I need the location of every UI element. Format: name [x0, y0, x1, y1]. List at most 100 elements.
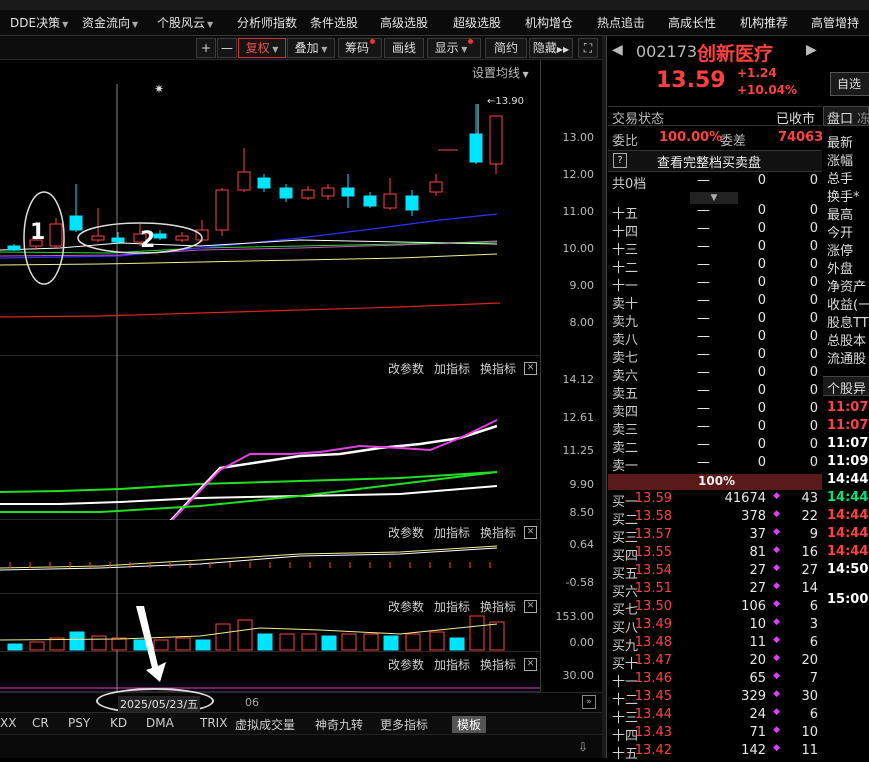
annotation-number-2: 2 [140, 228, 156, 253]
pane-link-1[interactable]: 加指标 [434, 658, 470, 672]
tab-6[interactable]: 虚拟成交量 [235, 716, 295, 733]
tab-8[interactable]: 更多指标 [380, 716, 428, 733]
sell-level-row: 十五 — 0 0 [612, 203, 822, 222]
pane-link-0[interactable]: 改参数 [388, 362, 424, 376]
tab-1[interactable]: CR [32, 716, 49, 730]
indicator-pane-1[interactable] [0, 356, 540, 520]
tab-3[interactable]: KD [110, 716, 127, 730]
huaxian-button[interactable]: 画线 [384, 38, 424, 58]
diejia-button[interactable]: 叠加 ▼ [287, 38, 335, 58]
tab-5[interactable]: TRIX [200, 716, 227, 730]
kline-chart[interactable] [0, 60, 540, 356]
volume-bar [301, 633, 317, 651]
tab-7[interactable]: 神奇九转 [315, 716, 363, 733]
close-pane-button[interactable]: ✕ [524, 658, 537, 671]
close-pane-button[interactable]: ✕ [524, 362, 537, 375]
close-pane-button[interactable]: ✕ [524, 526, 537, 539]
level-count: 9 [809, 527, 818, 542]
prev-stock-icon[interactable]: ◀ [612, 42, 623, 58]
add-watchlist-button[interactable]: 自选 [830, 72, 869, 96]
tab-2[interactable]: PSY [68, 716, 90, 730]
pane-link-2[interactable]: 换指标 [480, 658, 516, 672]
level-count: 16 [801, 545, 818, 560]
menu-item-label: 分析师指数 [237, 16, 298, 30]
level-price: — [697, 347, 710, 362]
volume-bar [449, 637, 465, 651]
menu-item-0[interactable]: DDE决策 ▼ [10, 14, 68, 34]
side-field-3: 换手* [827, 190, 860, 205]
pane-link-2[interactable]: 换指标 [480, 600, 516, 614]
level-price: — [697, 293, 710, 308]
menu-item-9[interactable]: 高成长性 [668, 14, 716, 34]
xianshi-button[interactable]: 显示 ▼ [427, 38, 481, 58]
menu-item-6[interactable]: 超级选股 [453, 14, 501, 34]
pane-link-0[interactable]: 改参数 [388, 600, 424, 614]
high-price-value: 13.90 [495, 96, 525, 107]
indicator-1-axis: 14.12 12.61 11.25 9.90 8.50 [540, 356, 602, 520]
menu-item-5[interactable]: 高级选股 [380, 14, 428, 34]
stock-name: 创新医疗 [697, 43, 774, 65]
candle-body [237, 171, 251, 191]
side-field-4: 最高 [827, 208, 854, 223]
menu-item-7[interactable]: 机构增仓 [525, 14, 573, 34]
pane-link-2[interactable]: 换指标 [480, 362, 516, 376]
zoom-in-button[interactable]: + [196, 38, 216, 58]
pane-link-1[interactable]: 加指标 [434, 526, 470, 540]
level-price: 13.47 [634, 653, 672, 668]
pane-link-0[interactable]: 改参数 [388, 658, 424, 672]
candle-body [405, 195, 419, 211]
pane-link-1[interactable]: 加指标 [434, 600, 470, 614]
tab-pankou[interactable]: 盘口冻 [827, 108, 869, 127]
menu-item-2[interactable]: 个股风云 ▼ [157, 14, 213, 34]
pane-link-1[interactable]: 加指标 [434, 362, 470, 376]
pane-link-2[interactable]: 换指标 [480, 526, 516, 540]
menu-item-8[interactable]: 热点追击 [597, 14, 645, 34]
pane-link-0[interactable]: 改参数 [388, 526, 424, 540]
side-field-6: 涨停 [827, 244, 854, 259]
full-book-link[interactable]: 查看完整档买卖盘 [657, 152, 761, 171]
high-price-label: ←13.90 [487, 96, 525, 107]
scroll-right-button[interactable]: » [582, 695, 596, 709]
annotation-arrow-icon [136, 606, 166, 682]
tab-9[interactable]: 模板 [452, 716, 487, 733]
level-price: 13.54 [634, 563, 672, 578]
tab-4[interactable]: DMA [146, 716, 174, 730]
menu-item-11[interactable]: 高管增持 [811, 14, 859, 34]
level-count: 0 [809, 401, 818, 416]
menu-item-4[interactable]: 条件选股 [310, 14, 358, 34]
level-volume: 106 [741, 599, 766, 614]
menu-item-1[interactable]: 资金流向 ▼ [82, 14, 138, 34]
menu-item-3[interactable]: 分析师指数 [237, 14, 297, 34]
buy-level-row: 买二 13.58 378 ◆ 22 [612, 509, 822, 528]
candle-body [469, 133, 483, 163]
chouma-label: 筹码 [344, 41, 369, 55]
fuquan-button[interactable]: 复权 ▼ [238, 38, 286, 58]
yincang-button[interactable]: 隐藏▶▶ [529, 38, 573, 58]
level-volume: 0 [757, 347, 766, 362]
download-icon[interactable]: ⇩ [578, 740, 588, 754]
trade-status-label: 交易状态 [612, 112, 665, 127]
total-levels-vol: 0 [757, 173, 766, 188]
fuquan-label: 复权 [245, 41, 270, 55]
menu-item-10[interactable]: 机构推荐 [740, 14, 788, 34]
tab-0[interactable]: XX [0, 716, 16, 730]
settings-ma-link[interactable]: 设置均线 ▼ [472, 64, 529, 81]
zoom-out-button[interactable]: — [217, 38, 237, 58]
y-tick-label: 9.00 [569, 279, 595, 292]
side-field-0: 最新 [827, 136, 854, 151]
level-volume: 329 [741, 689, 766, 704]
candle-body [279, 187, 293, 199]
main-kline-pane[interactable]: 设置均线 ▼ ✷ ←13.90 1 2 [0, 60, 540, 356]
menu-item-label: DDE决策 [10, 16, 61, 30]
fullscreen-icon[interactable]: ⛶ [578, 38, 598, 58]
candle-body [111, 237, 125, 243]
chouma-button[interactable]: 筹码 [338, 38, 382, 58]
next-stock-icon[interactable]: ▶ [806, 42, 817, 58]
level-volume: 0 [757, 239, 766, 254]
close-pane-button[interactable]: ✕ [524, 600, 537, 613]
help-icon[interactable]: ? [613, 153, 627, 168]
level-price: — [697, 275, 710, 290]
jianyue-button[interactable]: 简约 [485, 38, 527, 58]
total-levels-row: 共0档 — 0 0 [612, 173, 822, 192]
section-geguyi[interactable]: 个股异 [827, 378, 866, 397]
